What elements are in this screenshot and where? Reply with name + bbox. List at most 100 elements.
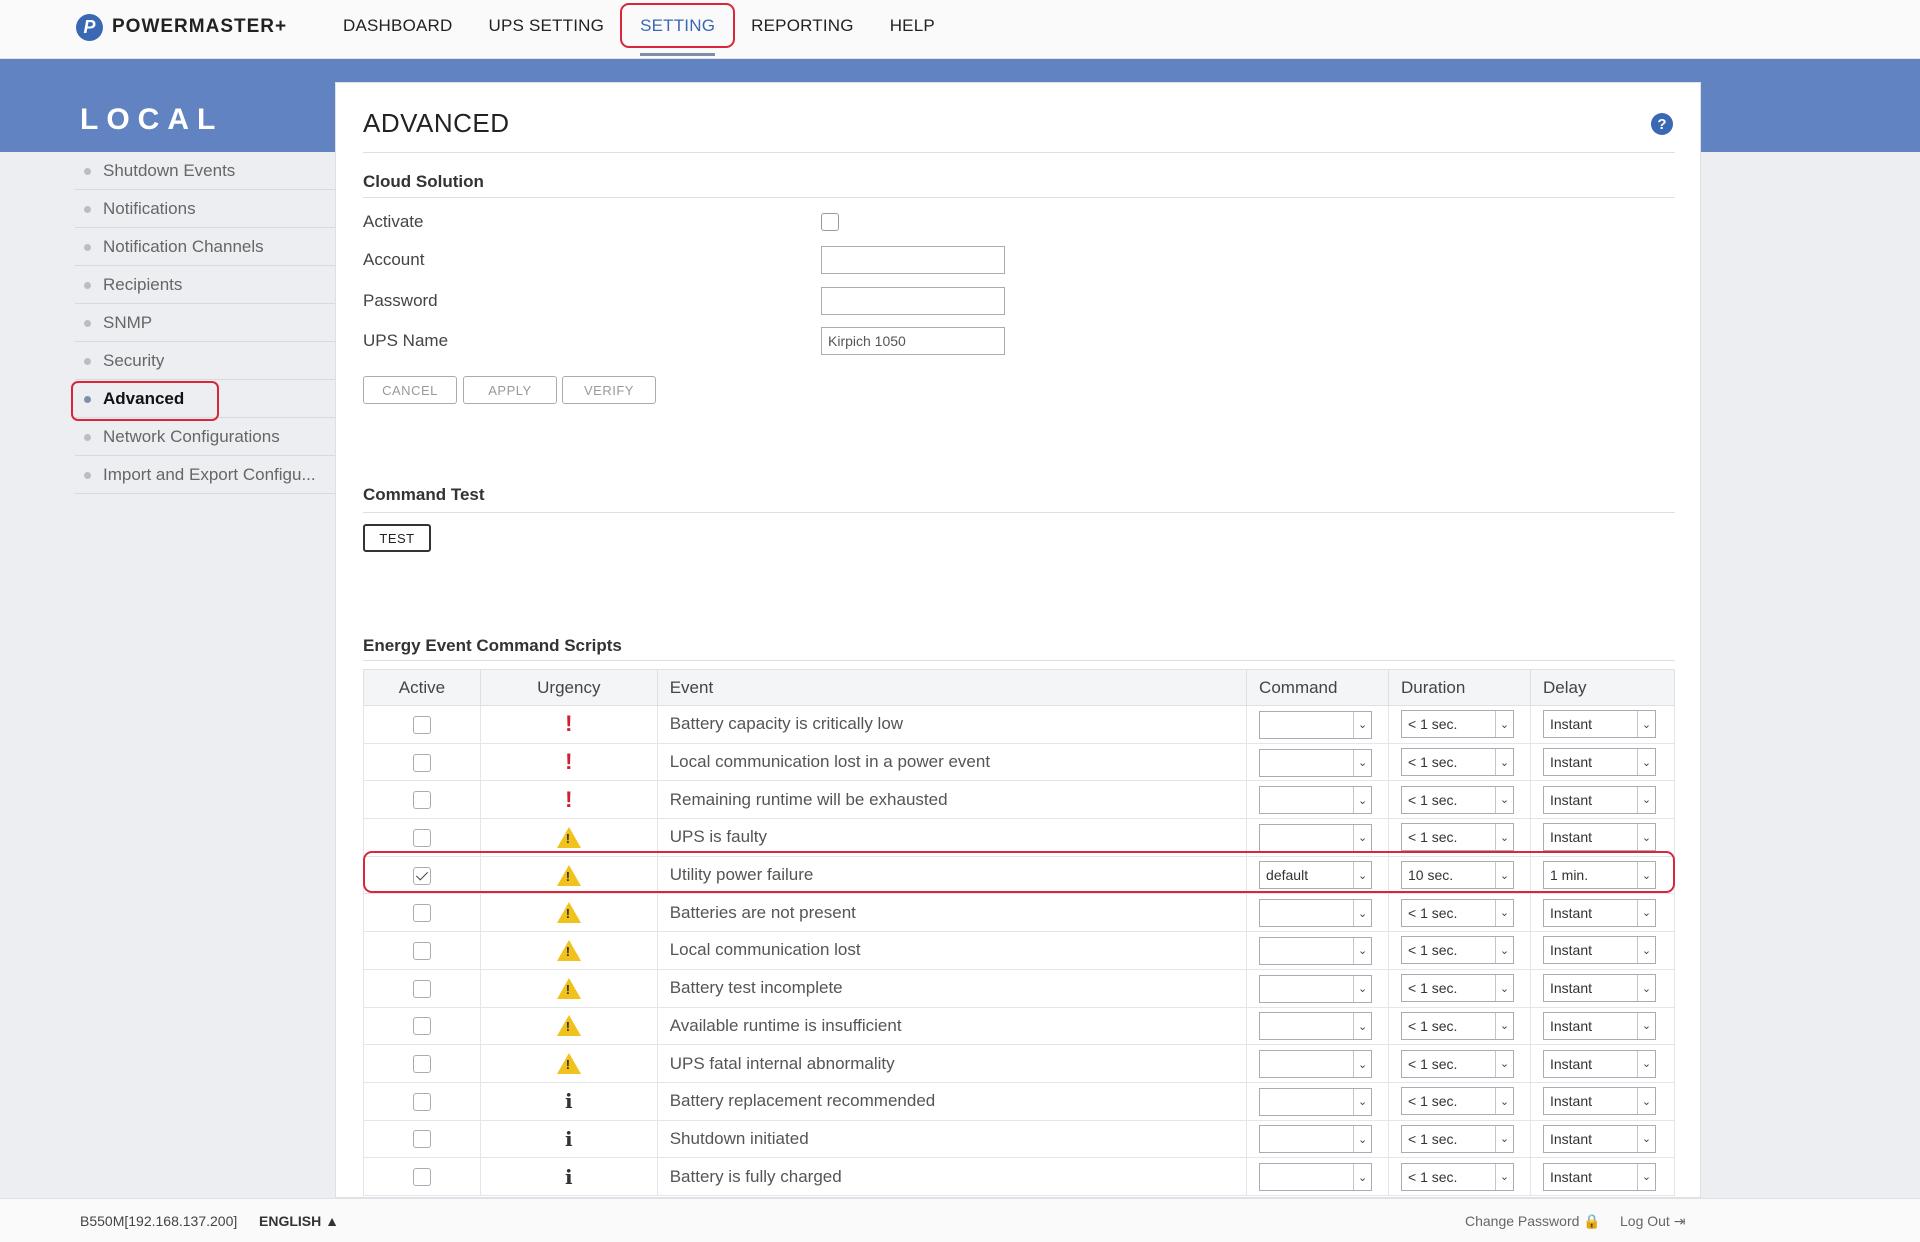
language-selector[interactable]: ENGLISH ▲	[259, 1213, 339, 1229]
duration-select[interactable]: < 1 sec. ⌄	[1401, 1011, 1515, 1040]
active-checkbox[interactable]	[412, 753, 431, 772]
command-select[interactable]: ⌄	[1259, 710, 1373, 739]
sidebar-item-label: Security	[103, 350, 165, 370]
sidebar-item-network-configurations[interactable]: Network Configurations	[75, 418, 335, 456]
duration-select[interactable]: < 1 sec. ⌄	[1401, 785, 1515, 814]
command-select[interactable]: ⌄	[1259, 1050, 1373, 1079]
brand-logo[interactable]: P POWERMASTER+	[76, 13, 287, 41]
active-checkbox[interactable]	[412, 828, 431, 847]
delay-select[interactable]: Instant ⌄	[1542, 1049, 1656, 1078]
sidebar-item-notifications[interactable]: Notifications	[75, 190, 335, 228]
ups-name-label: UPS Name	[363, 331, 449, 350]
sidebar-item-shutdown-events[interactable]: Shutdown Events	[75, 152, 335, 190]
nav-dashboard[interactable]: DASHBOARD	[325, 0, 471, 59]
command-select[interactable]: ⌄	[1259, 786, 1373, 815]
col-event[interactable]: Event	[656, 669, 1248, 706]
duration-select[interactable]: 10 sec. ⌄	[1401, 861, 1515, 890]
sidebar-item-advanced[interactable]: Advanced	[71, 380, 335, 421]
active-checkbox[interactable]	[412, 1055, 431, 1074]
command-select[interactable]: ⌄	[1259, 823, 1373, 852]
duration-select-value: < 1 sec.	[1408, 1168, 1458, 1185]
sidebar-item-recipients[interactable]: Recipients	[75, 266, 335, 304]
command-cell: ⌄	[1246, 893, 1390, 933]
sidebar-item-import-export[interactable]: Import and Export Configu...	[75, 456, 335, 494]
col-active[interactable]: Active	[363, 669, 481, 706]
col-delay[interactable]: Delay	[1529, 669, 1676, 706]
command-select[interactable]: ⌄	[1259, 748, 1373, 777]
duration-select[interactable]: < 1 sec. ⌄	[1401, 898, 1515, 927]
apply-button[interactable]: APPLY	[463, 376, 557, 404]
cancel-button[interactable]: CANCEL	[363, 376, 457, 404]
logout-link[interactable]: Log Out ⇥	[1620, 1213, 1685, 1230]
nav-setting[interactable]: SETTING	[620, 0, 736, 59]
command-select[interactable]: ⌄	[1259, 1012, 1373, 1041]
delay-select[interactable]: Instant ⌄	[1542, 974, 1656, 1003]
command-cell: ⌄	[1246, 818, 1390, 857]
duration-select[interactable]: < 1 sec. ⌄	[1401, 1087, 1515, 1116]
delay-select[interactable]: Instant ⌄	[1542, 710, 1656, 739]
active-checkbox[interactable]	[412, 904, 431, 923]
chevron-down-icon: ⌄	[1353, 749, 1371, 776]
col-command[interactable]: Command	[1246, 669, 1390, 706]
verify-button[interactable]: VERIFY	[562, 376, 656, 404]
delay-select[interactable]: Instant ⌄	[1542, 1162, 1656, 1191]
delay-select-value: Instant	[1549, 1017, 1593, 1034]
delay-select[interactable]: Instant ⌄	[1542, 936, 1656, 965]
duration-select[interactable]: < 1 sec. ⌄	[1401, 1049, 1515, 1078]
sidebar-advanced-highlight	[71, 381, 219, 421]
active-checkbox[interactable]	[412, 979, 431, 998]
duration-select[interactable]: < 1 sec. ⌄	[1401, 710, 1515, 739]
delay-select[interactable]: Instant ⌄	[1542, 1087, 1656, 1116]
help-icon[interactable]: ?	[1651, 113, 1673, 135]
command-select[interactable]: ⌄	[1259, 974, 1373, 1003]
duration-select[interactable]: < 1 sec. ⌄	[1401, 936, 1515, 965]
delay-select[interactable]: Instant ⌄	[1542, 898, 1656, 927]
duration-select[interactable]: < 1 sec. ⌄	[1401, 974, 1515, 1003]
command-select[interactable]: ⌄	[1259, 936, 1373, 965]
change-password-link[interactable]: Change Password 🔒	[1465, 1213, 1601, 1230]
delay-select[interactable]: Instant ⌄	[1542, 748, 1656, 777]
password-input[interactable]	[821, 287, 1005, 315]
active-checkbox[interactable]	[412, 1168, 431, 1187]
delay-select[interactable]: Instant ⌄	[1542, 1011, 1656, 1040]
delay-select[interactable]: Instant ⌄	[1542, 1124, 1656, 1153]
account-input[interactable]	[821, 246, 1005, 274]
command-cell: ⌄	[1246, 1120, 1390, 1159]
active-checkbox[interactable]	[412, 866, 431, 885]
duration-select[interactable]: < 1 sec. ⌄	[1401, 1124, 1515, 1153]
duration-select[interactable]: < 1 sec. ⌄	[1401, 823, 1515, 852]
sidebar-item-snmp[interactable]: SNMP	[75, 304, 335, 342]
active-checkbox[interactable]	[412, 715, 431, 734]
command-select[interactable]: ⌄	[1259, 1163, 1373, 1192]
command-select[interactable]: ⌄	[1259, 1087, 1373, 1116]
command-select[interactable]: ⌄	[1259, 1125, 1373, 1154]
sidebar-item-notification-channels[interactable]: Notification Channels	[75, 228, 335, 266]
command-select[interactable]: ⌄	[1259, 899, 1373, 928]
active-checkbox[interactable]	[412, 791, 431, 810]
duration-select[interactable]: < 1 sec. ⌄	[1401, 748, 1515, 777]
title-divider	[363, 152, 1675, 153]
nav-ups-setting[interactable]: UPS SETTING	[471, 0, 623, 59]
active-checkbox[interactable]	[412, 1092, 431, 1111]
sidebar-item-security[interactable]: Security	[75, 342, 335, 380]
delay-select[interactable]: 1 min. ⌄	[1542, 861, 1656, 890]
test-button[interactable]: TEST	[363, 524, 431, 552]
scripts-divider	[363, 660, 1675, 661]
delay-select[interactable]: Instant ⌄	[1542, 823, 1656, 852]
delay-select[interactable]: Instant ⌄	[1542, 785, 1656, 814]
active-checkbox[interactable]	[412, 941, 431, 960]
ups-name-input[interactable]	[821, 327, 1005, 355]
command-select[interactable]: default ⌄	[1259, 861, 1373, 890]
nav-help[interactable]: HELP	[872, 0, 953, 59]
delay-cell: Instant ⌄	[1530, 1157, 1676, 1196]
active-checkbox[interactable]	[412, 1130, 431, 1149]
active-checkbox[interactable]	[412, 1017, 431, 1036]
col-duration[interactable]: Duration	[1388, 669, 1531, 706]
activate-label: Activate	[363, 212, 424, 231]
duration-select[interactable]: < 1 sec. ⌄	[1401, 1162, 1515, 1191]
activate-checkbox[interactable]	[821, 213, 839, 231]
nav-reporting[interactable]: REPORTING	[733, 0, 872, 59]
delay-select-value: Instant	[1549, 942, 1593, 959]
event-cell: Available runtime is insufficient	[657, 1007, 1248, 1046]
col-urgency[interactable]: Urgency	[479, 669, 658, 706]
